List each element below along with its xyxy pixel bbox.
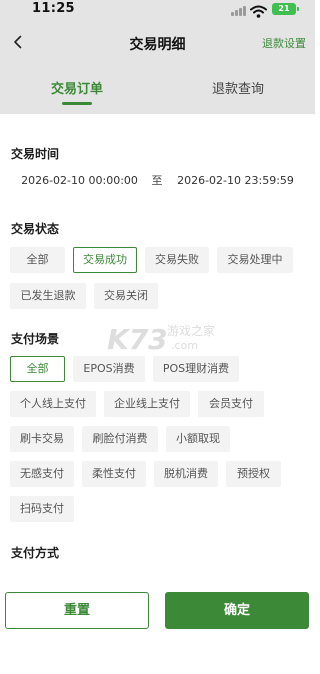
start-date-field[interactable]: 2026-02-10 00:00:00 [14,170,145,192]
wifi-icon [250,3,267,18]
scene-chip[interactable]: 预授权 [226,461,281,487]
status-chip-selected[interactable]: 交易成功 [73,247,137,273]
date-separator: 至 [151,174,163,187]
tab-indicator [62,102,92,105]
scene-chip[interactable]: 无感支付 [10,461,74,487]
scene-chip[interactable]: 刷卡交易 [10,426,74,452]
tab-bar: 交易订单 退款查询 [0,64,315,114]
scene-chip[interactable]: 脱机消费 [154,461,218,487]
status-chip[interactable]: 交易失败 [145,247,209,273]
scene-chip[interactable]: EPOS消费 [73,356,145,382]
section-title-status: 交易状态 [11,222,60,236]
section-title-scene: 支付场景 [11,332,60,346]
confirm-button[interactable]: 确定 [165,592,309,629]
section-title-method: 支付方式 [11,546,60,560]
end-date-field[interactable]: 2026-02-10 23:59:59 [170,170,301,192]
nav-bar: 交易明细 退款设置 [0,22,315,64]
refund-settings-link[interactable]: 退款设置 [262,35,306,51]
battery-icon: 21 [272,3,299,15]
scene-chip[interactable]: 企业线上支付 [104,391,190,417]
status-time: 11:25 [32,1,75,16]
status-chip[interactable]: 已发生退款 [10,283,86,309]
scene-chip-selected[interactable]: 全部 [10,356,65,382]
svg-text:K73: K73 [107,323,168,356]
scene-chip[interactable]: POS理财消费 [153,356,239,382]
status-chip[interactable]: 全部 [10,247,65,273]
watermark-subtext: .com [171,339,198,352]
tab-refund-query[interactable]: 退款查询 [212,78,264,97]
reset-button[interactable]: 重置 [5,592,149,629]
status-chip[interactable]: 交易处理中 [217,247,293,273]
scene-chip[interactable]: 柔性支付 [82,461,146,487]
section-title-time: 交易时间 [11,147,60,161]
watermark-logo: K73 游戏之家 .com [107,323,215,356]
status-chip[interactable]: 交易关闭 [94,283,158,309]
watermark-text: 游戏之家 [167,323,215,338]
tab-orders[interactable]: 交易订单 [51,78,103,97]
scene-chip[interactable]: 刷脸付消费 [82,426,158,452]
scene-chip[interactable]: 会员支付 [198,391,264,417]
signal-icon [231,5,247,16]
scene-chip[interactable]: 小额取现 [166,426,230,452]
filter-sheet: 交易时间 2026-02-10 00:00:00 至 2026-02-10 23… [0,121,315,674]
scene-chip[interactable]: 个人线上支付 [10,391,96,417]
scene-chip[interactable]: 扫码支付 [10,496,74,522]
status-bar: 11:25 21 [0,0,315,22]
